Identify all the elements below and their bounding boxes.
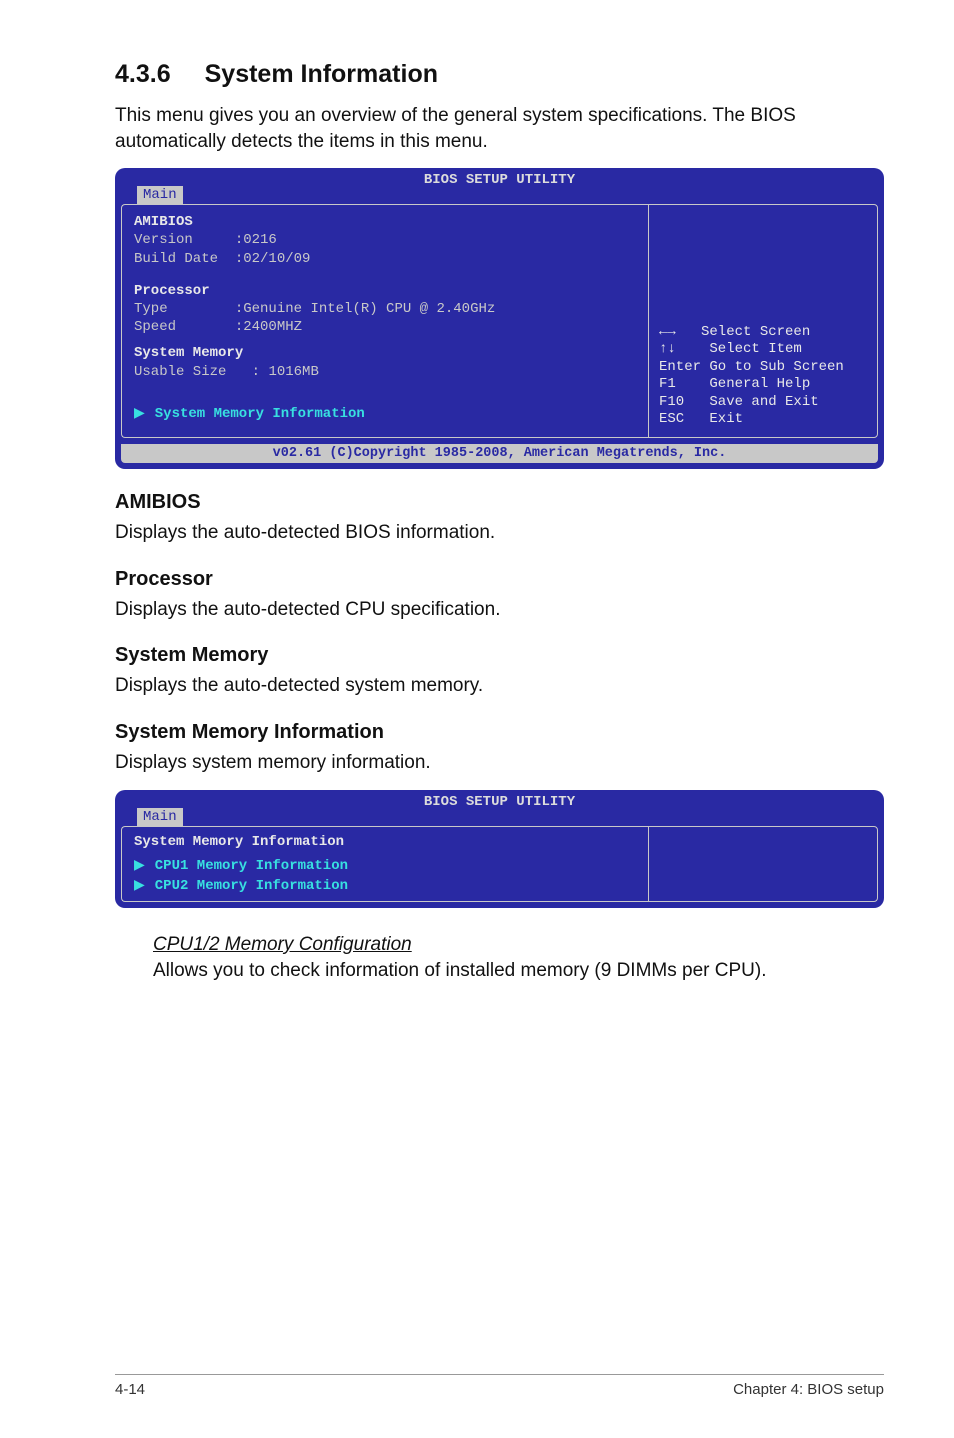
nav-select-item: ↑↓ Select Item xyxy=(659,341,867,359)
sub-amibios-h: AMIBIOS xyxy=(115,491,884,514)
sub-sysmeminfo-p: Displays system memory information. xyxy=(115,750,884,776)
bios-left-panel: AMIBIOS Version :0216 Build Date :02/10/… xyxy=(121,204,648,438)
sysmeminfo-heading: System Memory Information xyxy=(134,833,636,851)
sub-sysmem-h: System Memory xyxy=(115,644,884,667)
triangle-right-icon: ▶ xyxy=(134,856,145,872)
submenu-sysmeminfo[interactable]: ▶System Memory Information xyxy=(134,403,636,423)
section-heading: 4.3.6 System Information xyxy=(115,60,884,89)
page-number: 4-14 xyxy=(115,1381,145,1398)
bios-screenshot-sysmeminfo: BIOS SETUP UTILITY Main System Memory In… xyxy=(115,790,884,909)
nav-f10: F10 Save and Exit xyxy=(659,394,867,412)
processor-heading: Processor xyxy=(134,282,636,300)
nav-select-screen: ←→ Select Screen xyxy=(659,324,867,342)
sysmem-heading: System Memory xyxy=(134,344,636,362)
bios-header: BIOS SETUP UTILITY Main xyxy=(115,790,884,826)
triangle-right-icon: ▶ xyxy=(134,404,145,420)
bios-header: BIOS SETUP UTILITY Main xyxy=(115,168,884,204)
bios-left-panel: System Memory Information ▶CPU1 Memory I… xyxy=(121,826,648,903)
sub-processor-h: Processor xyxy=(115,568,884,591)
bios-title: BIOS SETUP UTILITY xyxy=(115,794,884,810)
bios-help-panel xyxy=(648,826,878,903)
nav-enter: Enter Go to Sub Screen xyxy=(659,359,867,377)
cpu12-heading: CPU1/2 Memory Configuration xyxy=(153,934,412,956)
bios-copyright: v02.61 (C)Copyright 1985-2008, American … xyxy=(121,444,878,463)
bios-title: BIOS SETUP UTILITY xyxy=(115,172,884,188)
sub-processor-p: Displays the auto-detected CPU specifica… xyxy=(115,597,884,623)
triangle-right-icon: ▶ xyxy=(134,876,145,892)
cpu12-body: Allows you to check information of insta… xyxy=(153,958,884,984)
section-number: 4.3.6 xyxy=(115,60,171,89)
sub-sysmem-p: Displays the auto-detected system memory… xyxy=(115,673,884,699)
nav-esc: ESC Exit xyxy=(659,411,867,429)
bios-tab-main[interactable]: Main xyxy=(137,186,183,204)
bios-help-panel: ←→ Select Screen ↑↓ Select Item Enter Go… xyxy=(648,204,878,438)
processor-speed-row: Speed :2400MHZ xyxy=(134,318,636,336)
section-intro: This menu gives you an overview of the g… xyxy=(115,103,884,154)
nav-f1: F1 General Help xyxy=(659,376,867,394)
processor-type-row: Type :Genuine Intel(R) CPU @ 2.40GHz xyxy=(134,300,636,318)
sub-amibios-p: Displays the auto-detected BIOS informat… xyxy=(115,520,884,546)
amibios-build-row: Build Date :02/10/09 xyxy=(134,250,636,268)
bios-screenshot-main: BIOS SETUP UTILITY Main AMIBIOS Version … xyxy=(115,168,884,469)
amibios-version-row: Version :0216 xyxy=(134,231,636,249)
sub-sysmeminfo-h: System Memory Information xyxy=(115,721,884,744)
submenu-cpu1-meminfo[interactable]: ▶CPU1 Memory Information xyxy=(134,855,636,875)
page-footer: 4-14 Chapter 4: BIOS setup xyxy=(115,1374,884,1398)
sysmem-usable-row: Usable Size : 1016MB xyxy=(134,363,636,381)
section-name: System Information xyxy=(205,60,438,88)
chapter-label: Chapter 4: BIOS setup xyxy=(733,1381,884,1398)
submenu-cpu2-meminfo[interactable]: ▶CPU2 Memory Information xyxy=(134,875,636,895)
amibios-heading: AMIBIOS xyxy=(134,213,636,231)
bios-tab-main[interactable]: Main xyxy=(137,808,183,826)
